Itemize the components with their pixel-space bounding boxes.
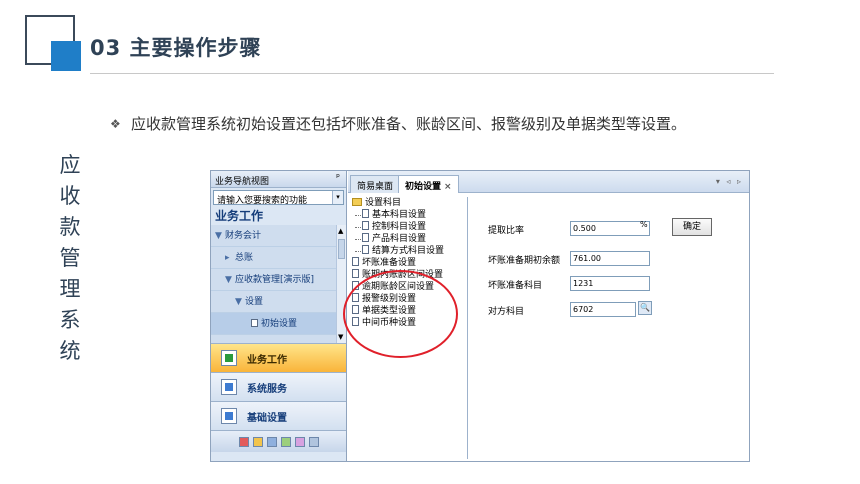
vertical-title-char: 款 (59, 215, 81, 239)
tree-item-label: 初始设置 (261, 319, 298, 329)
vertical-title-char: 应 (59, 153, 81, 177)
vertical-title-char: 系 (59, 308, 81, 332)
system-service-button[interactable]: 系统服务 (211, 372, 346, 401)
document-icon (362, 233, 369, 242)
balance-field[interactable]: 761.00 (570, 251, 650, 266)
search-icon[interactable]: 🔍 (638, 301, 652, 315)
basic-settings-icon (221, 408, 237, 424)
header-accent-square (51, 41, 81, 71)
tree-item-label: 财务会计 (225, 231, 262, 241)
expand-arrow-icon[interactable]: ▸ (225, 247, 235, 269)
red-shortcut-icon[interactable] (238, 436, 249, 447)
page-title: 03 主要操作步骤 (90, 36, 262, 60)
settings-tree-label: 控制科目设置 (372, 222, 427, 232)
settings-tree-label: 设置科目 (365, 198, 402, 208)
bullet-text: 应收款管理系统初始设置还包括坏账准备、账龄区间、报警级别及单据类型等设置。 (131, 115, 687, 133)
tab-controls[interactable]: ▾ ◃ ▹ (716, 177, 743, 186)
tree-item-ledger[interactable]: ▸ 总账 (211, 247, 346, 269)
basic-settings-button[interactable]: 基础设置 (211, 401, 346, 430)
settings-tree-item[interactable]: 结算方式科目设置 (350, 245, 467, 257)
vertical-title-char: 收 (59, 184, 81, 208)
document-icon (251, 319, 258, 327)
button-label: 系统服务 (247, 383, 287, 395)
nav-header: 业务导航视图 ᵖ (211, 171, 346, 188)
settings-tree-item[interactable]: 基本科目设置 (350, 209, 467, 221)
document-icon (362, 209, 369, 218)
folder-icon (352, 198, 362, 206)
expand-arrow-icon[interactable]: ▼ (215, 225, 225, 247)
highlight-circle (343, 270, 458, 358)
balance-label: 坏账准备期初余额 (488, 256, 561, 266)
ratio-label: 提取比率 (488, 226, 525, 236)
tree-item-label: 设置 (245, 297, 264, 307)
nav-section-title: 业务工作 (215, 209, 264, 223)
document-icon (352, 269, 359, 278)
vertical-title-char: 理 (59, 277, 81, 301)
bullet-paragraph: ❖ 应收款管理系统初始设置还包括坏账准备、账龄区间、报警级别及单据类型等设置。 (110, 114, 750, 135)
ratio-field[interactable]: 0.500 (570, 221, 650, 236)
system-service-icon (221, 379, 237, 395)
expand-arrow-icon[interactable]: ▼ (235, 291, 245, 313)
button-label: 基础设置 (247, 412, 287, 424)
confirm-button[interactable]: 确定 (672, 218, 712, 236)
nav-tree: ▼ 财务会计 ▸ 总账 ▼ 应收款管理[演示版] ▼ 设置 初始设置 ▲ ▼ (211, 225, 346, 343)
settings-tree-label: 产品科目设置 (372, 234, 427, 244)
document-icon (362, 245, 369, 254)
tree-item-label: 应收款管理[演示版] (235, 275, 315, 285)
yellow-shortcut-icon[interactable] (252, 436, 263, 447)
close-icon[interactable]: × (444, 182, 452, 192)
settings-tree-item-bad-debt[interactable]: 坏账准备设置 (350, 257, 467, 269)
settings-tree-item[interactable]: 设置科目 (350, 197, 467, 209)
business-work-icon (221, 350, 237, 366)
vertical-title: 应 收 款 管 理 系 统 (55, 150, 85, 367)
settings-tree-label: 基本科目设置 (372, 210, 427, 220)
app-window: 业务导航视图 ᵖ 请输入您要搜索的功能 ▾ 业务工作 ▼ 财务会计 ▸ 总账 ▼ 应收… (210, 170, 750, 462)
document-icon (352, 257, 359, 266)
tree-item-finance[interactable]: ▼ 财务会计 (211, 225, 346, 247)
scroll-down-icon[interactable]: ▼ (338, 333, 343, 341)
green-shortcut-icon[interactable] (280, 436, 291, 447)
navigation-pane: 业务导航视图 ᵖ 请输入您要搜索的功能 ▾ 业务工作 ▼ 财务会计 ▸ 总账 ▼ 应收… (211, 171, 347, 461)
tab-bar: 简易桌面 初始设置 × ▾ ◃ ▹ (348, 171, 749, 193)
settings-tree-item[interactable]: 控制科目设置 (350, 221, 467, 233)
mini-toolbar (211, 430, 346, 452)
contra-account-label: 对方科目 (488, 307, 525, 317)
expand-arrow-icon[interactable]: ▼ (225, 269, 235, 291)
search-input[interactable]: 请输入您要搜索的功能 ▾ (213, 190, 344, 206)
business-work-button[interactable]: 业务工作 (211, 343, 346, 372)
settings-tree-item[interactable]: 产品科目设置 (350, 233, 467, 245)
tree-item-initial-settings[interactable]: 初始设置 (211, 313, 346, 335)
tab-simple-desktop[interactable]: 简易桌面 (350, 175, 401, 193)
search-placeholder: 请输入您要搜索的功能 (217, 196, 308, 206)
tab-label: 初始设置 (405, 182, 442, 192)
tree-item-settings[interactable]: ▼ 设置 (211, 291, 346, 313)
account-label: 坏账准备科目 (488, 281, 543, 291)
nav-header-title: 业务导航视图 (215, 177, 270, 187)
bullet-icon: ❖ (110, 117, 121, 131)
tree-item-label: 总账 (235, 253, 254, 263)
contra-account-field[interactable]: 6702 (570, 302, 636, 317)
scroll-up-icon[interactable]: ▲ (338, 227, 343, 235)
chevron-down-icon[interactable]: ▾ (332, 191, 343, 204)
settings-tree-label: 结算方式科目设置 (372, 246, 445, 256)
vertical-title-char: 管 (59, 246, 81, 270)
account-field[interactable]: 1231 (570, 276, 650, 291)
percent-unit: % (640, 220, 648, 229)
purple-shortcut-icon[interactable] (294, 436, 305, 447)
tab-initial-settings[interactable]: 初始设置 × (398, 175, 459, 193)
scroll-thumb[interactable] (338, 239, 345, 259)
tree-item-receivables[interactable]: ▼ 应收款管理[演示版] (211, 269, 346, 291)
button-label: 业务工作 (247, 354, 287, 366)
header-divider (90, 73, 774, 74)
pin-icon[interactable]: ᵖ (336, 173, 340, 183)
vertical-title-char: 统 (59, 339, 81, 363)
blue-shortcut-icon[interactable] (266, 436, 277, 447)
grey-shortcut-icon[interactable] (308, 436, 319, 447)
settings-tree-label: 坏账准备设置 (362, 258, 417, 268)
document-icon (362, 221, 369, 230)
bad-debt-form: 提取比率 0.500 % 确定 坏账准备期初余额 761.00 坏账准备科目 1… (476, 197, 746, 397)
tab-label: 简易桌面 (357, 182, 394, 192)
